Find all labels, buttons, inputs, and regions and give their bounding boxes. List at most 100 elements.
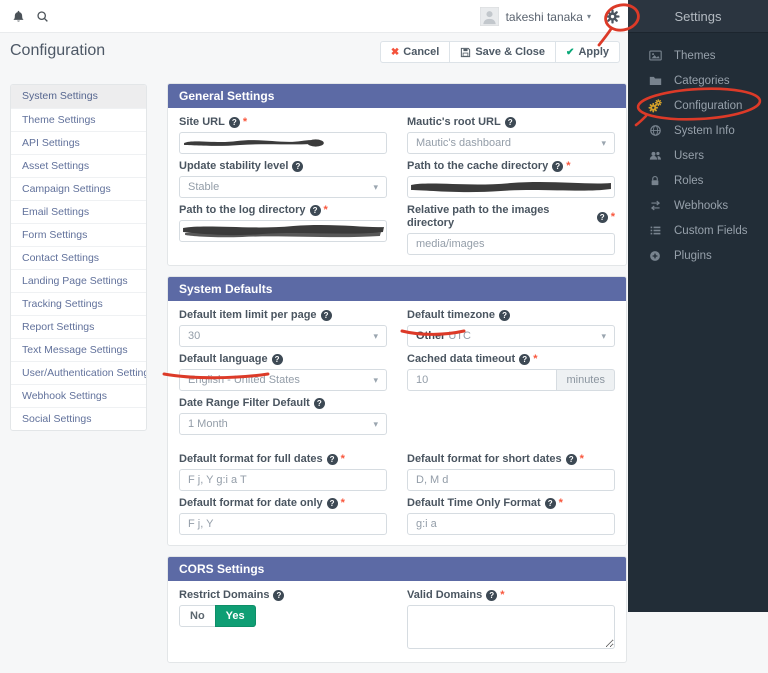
webhooks-exchange-icon	[647, 199, 663, 212]
topbar: takeshi tanaka ▾	[0, 0, 628, 33]
nav-tracking-settings[interactable]: Tracking Settings	[11, 292, 146, 315]
settings-menu-users[interactable]: Users	[628, 143, 768, 168]
settings-menu-custom-fields[interactable]: Custom Fields	[628, 218, 768, 243]
admin-settings-sidebar: Settings Themes Categories Configuration…	[628, 0, 768, 612]
select-caret-icon: ▾	[373, 331, 378, 342]
cors-settings-heading: CORS Settings	[168, 557, 626, 581]
nav-asset-settings[interactable]: Asset Settings	[11, 154, 146, 177]
help-icon[interactable]: ?	[327, 454, 338, 465]
settings-menu-themes[interactable]: Themes	[628, 43, 768, 68]
apply-button[interactable]: ✔ Apply	[555, 41, 620, 63]
config-form: General Settings Site URL?* Mautic's roo…	[167, 83, 627, 673]
bell-icon[interactable]	[12, 10, 25, 23]
settings-menu-webhooks[interactable]: Webhooks	[628, 193, 768, 218]
field-time-only-format: Default Time Only Format?*	[407, 497, 615, 535]
help-icon[interactable]: ?	[229, 117, 240, 128]
user-avatar[interactable]	[480, 7, 499, 26]
nav-theme-settings[interactable]: Theme Settings	[11, 108, 146, 131]
stability-select[interactable]: Stable▾	[179, 176, 387, 198]
short-date-format-input[interactable]	[407, 469, 615, 491]
help-icon[interactable]: ?	[272, 354, 283, 365]
default-language-select[interactable]: English - United States▾	[179, 369, 387, 391]
field-date-range-default: Date Range Filter Default? 1 Month▾	[179, 397, 387, 435]
select-caret-icon: ▾	[373, 419, 378, 430]
help-icon[interactable]: ?	[519, 354, 530, 365]
general-settings-heading: General Settings	[168, 84, 626, 108]
field-cached-data-timeout: Cached data timeout?* minutes	[407, 353, 615, 391]
full-date-format-input[interactable]	[179, 469, 387, 491]
site-url-input[interactable]	[179, 132, 387, 154]
user-menu[interactable]: takeshi tanaka	[506, 10, 583, 24]
gear-icon[interactable]	[605, 9, 620, 24]
save-floppy-icon	[460, 47, 471, 58]
images-directory-input[interactable]	[407, 233, 615, 255]
default-timezone-value: Other	[416, 330, 445, 342]
default-language-value: English - United States	[188, 374, 373, 386]
help-icon[interactable]: ?	[566, 454, 577, 465]
nav-system-settings[interactable]: System Settings	[11, 85, 146, 108]
date-range-select[interactable]: 1 Month▾	[179, 413, 387, 435]
help-icon[interactable]: ?	[310, 205, 321, 216]
time-only-format-input[interactable]	[407, 513, 615, 535]
help-icon[interactable]: ?	[321, 310, 332, 321]
nav-api-settings[interactable]: API Settings	[11, 131, 146, 154]
field-cache-directory: Path to the cache directory?*	[407, 160, 615, 198]
required-asterisk: *	[341, 453, 345, 466]
field-default-timezone: Default timezone? OtherUTC▾	[407, 309, 615, 347]
settings-section-nav: System Settings Theme Settings API Setti…	[10, 84, 147, 431]
required-asterisk: *	[559, 497, 563, 510]
item-limit-select[interactable]: 30▾	[179, 325, 387, 347]
field-date-only-format: Default format for date only?*	[179, 497, 387, 535]
default-timezone-select[interactable]: OtherUTC▾	[407, 325, 615, 347]
help-icon[interactable]: ?	[505, 117, 516, 128]
settings-menu-plugins[interactable]: Plugins	[628, 243, 768, 268]
nav-webhook-settings[interactable]: Webhook Settings	[11, 384, 146, 407]
log-directory-input[interactable]	[179, 220, 387, 242]
field-item-limit: Default item limit per page? 30▾	[179, 309, 387, 347]
help-icon[interactable]: ?	[552, 161, 563, 172]
save-close-button[interactable]: Save & Close	[449, 41, 556, 63]
minutes-addon: minutes	[557, 369, 615, 391]
field-short-date-format: Default format for short dates?*	[407, 453, 615, 491]
nav-social-settings[interactable]: Social Settings	[11, 407, 146, 430]
root-url-select[interactable]: Mautic's dashboard▾	[407, 132, 615, 154]
settings-menu-roles[interactable]: Roles	[628, 168, 768, 193]
select-caret-icon: ▾	[373, 375, 378, 386]
date-only-format-input[interactable]	[179, 513, 387, 535]
cancel-button[interactable]: ✖ Cancel	[380, 41, 450, 63]
cached-data-timeout-input[interactable]	[407, 369, 557, 391]
main-area: takeshi tanaka ▾ Configuration ✖ Cancel …	[0, 0, 628, 612]
settings-menu-categories[interactable]: Categories	[628, 68, 768, 93]
field-log-directory: Path to the log directory?*	[179, 204, 387, 255]
search-icon[interactable]	[36, 10, 49, 23]
help-icon[interactable]: ?	[292, 161, 303, 172]
configuration-cogs-icon	[647, 99, 663, 113]
nav-user-authentication-settings[interactable]: User/Authentication Settings	[11, 361, 146, 384]
help-icon[interactable]: ?	[486, 590, 497, 601]
required-asterisk: *	[324, 204, 328, 217]
nav-form-settings[interactable]: Form Settings	[11, 223, 146, 246]
help-icon[interactable]: ?	[314, 398, 325, 409]
nav-report-settings[interactable]: Report Settings	[11, 315, 146, 338]
help-icon[interactable]: ?	[273, 590, 284, 601]
nav-contact-settings[interactable]: Contact Settings	[11, 246, 146, 269]
system-defaults-heading: System Defaults	[168, 277, 626, 301]
required-asterisk: *	[500, 589, 504, 602]
help-icon[interactable]: ?	[545, 498, 556, 509]
nav-email-settings[interactable]: Email Settings	[11, 200, 146, 223]
help-icon[interactable]: ?	[597, 212, 608, 223]
field-full-date-format: Default format for full dates?*	[179, 453, 387, 491]
restrict-domains-yes-button[interactable]: Yes	[215, 605, 256, 627]
cache-directory-input[interactable]	[407, 176, 615, 198]
settings-menu-system-info[interactable]: System Info	[628, 118, 768, 143]
nav-text-message-settings[interactable]: Text Message Settings	[11, 338, 146, 361]
help-icon[interactable]: ?	[327, 498, 338, 509]
required-asterisk: *	[580, 453, 584, 466]
select-caret-icon: ▾	[601, 331, 606, 342]
nav-landing-page-settings[interactable]: Landing Page Settings	[11, 269, 146, 292]
help-icon[interactable]: ?	[499, 310, 510, 321]
settings-menu-configuration[interactable]: Configuration	[628, 93, 768, 118]
nav-campaign-settings[interactable]: Campaign Settings	[11, 177, 146, 200]
restrict-domains-no-button[interactable]: No	[179, 605, 216, 627]
field-restrict-domains: Restrict Domains? No Yes	[179, 589, 387, 652]
